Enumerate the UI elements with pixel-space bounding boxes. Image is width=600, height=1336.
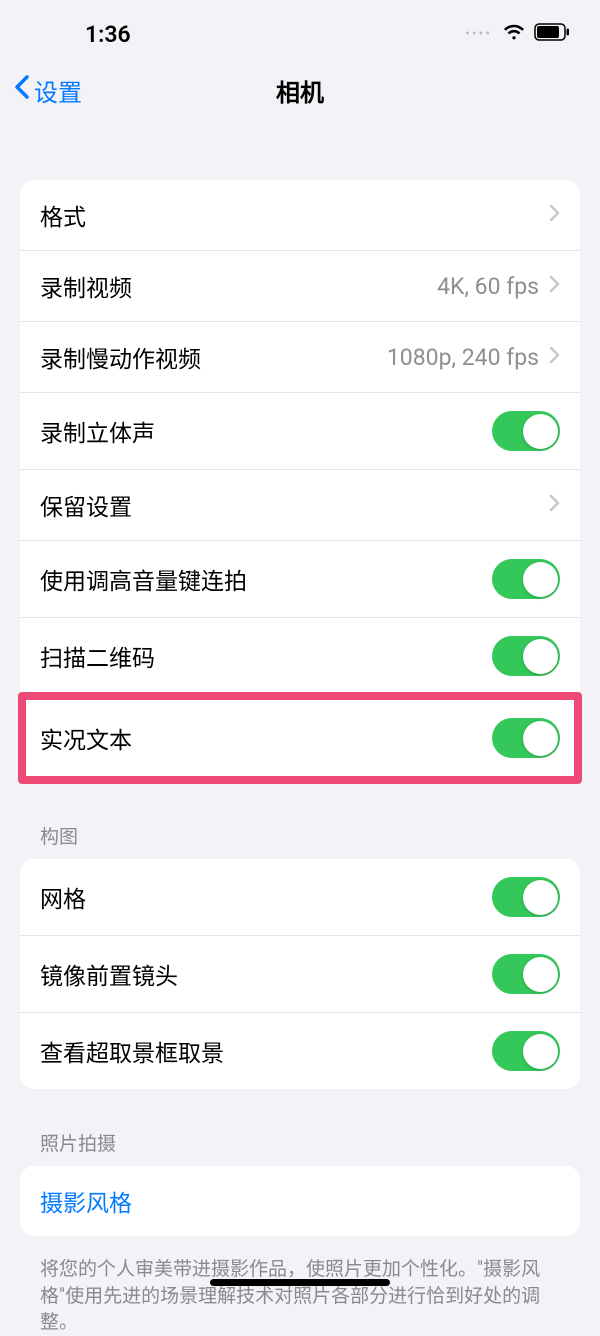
navigation-bar: 设置 相机 [0, 60, 600, 130]
row-live-text: 实况文本 [26, 700, 574, 776]
section-footer-photo-capture: 将您的个人审美带进摄影作品，使照片更加个性化。"摄影风格"使用先进的场景理解技术… [20, 1246, 580, 1336]
toggle-mirror-front[interactable] [492, 954, 560, 994]
toggle-view-outside-frame[interactable] [492, 1031, 560, 1071]
row-value: 4K, 60 fps [437, 273, 539, 300]
home-indicator[interactable] [210, 1279, 390, 1286]
row-stereo-sound: 录制立体声 [20, 393, 580, 470]
status-bar: 1:36 •••• [0, 0, 600, 60]
cellular-dots-icon: •••• [465, 26, 492, 42]
chevron-right-icon [549, 346, 560, 368]
settings-group-composition: 网格 镜像前置镜头 查看超取景框取景 [20, 859, 580, 1089]
toggle-scan-qr[interactable] [492, 636, 560, 676]
back-button[interactable]: 设置 [14, 73, 82, 108]
row-label: 扫描二维码 [40, 639, 155, 673]
row-formats[interactable]: 格式 [20, 180, 580, 251]
toggle-stereo-sound[interactable] [492, 411, 560, 451]
chevron-right-icon [549, 204, 560, 226]
row-value: 1080p, 240 fps [387, 344, 539, 371]
row-label: 录制视频 [40, 269, 132, 303]
page-title: 相机 [276, 73, 324, 108]
row-label: 实况文本 [40, 721, 132, 755]
settings-group-photo-capture: 摄影风格 [20, 1166, 580, 1236]
row-label: 查看超取景框取景 [40, 1034, 224, 1068]
settings-group-main: 格式 录制视频 4K, 60 fps 录制慢动作视频 1080p, 240 fp… [20, 180, 580, 694]
row-label: 使用调高音量键连拍 [40, 562, 247, 596]
back-label: 设置 [34, 73, 82, 108]
toggle-volume-burst[interactable] [492, 559, 560, 599]
highlighted-live-text: 实况文本 [18, 692, 582, 784]
toggle-grid[interactable] [492, 877, 560, 917]
row-label: 保留设置 [40, 488, 132, 522]
chevron-right-icon [549, 275, 560, 297]
row-volume-burst: 使用调高音量键连拍 [20, 541, 580, 618]
battery-icon [534, 23, 570, 45]
row-label: 格式 [40, 198, 86, 232]
section-header-photo-capture: 照片拍摄 [20, 1129, 580, 1166]
wifi-icon [502, 22, 526, 46]
row-scan-qr: 扫描二维码 [20, 618, 580, 694]
status-time: 1:36 [85, 21, 131, 48]
row-view-outside-frame: 查看超取景框取景 [20, 1013, 580, 1089]
row-label: 镜像前置镜头 [40, 957, 178, 991]
row-mirror-front: 镜像前置镜头 [20, 936, 580, 1013]
row-grid: 网格 [20, 859, 580, 936]
row-label: 网格 [40, 880, 86, 914]
row-record-slomo[interactable]: 录制慢动作视频 1080p, 240 fps [20, 322, 580, 393]
section-header-composition: 构图 [20, 822, 580, 859]
row-label: 录制立体声 [40, 414, 155, 448]
chevron-left-icon [14, 75, 30, 105]
chevron-right-icon [549, 494, 560, 516]
row-preserve-settings[interactable]: 保留设置 [20, 470, 580, 541]
toggle-live-text[interactable] [492, 718, 560, 758]
row-record-video[interactable]: 录制视频 4K, 60 fps [20, 251, 580, 322]
row-photographic-styles[interactable]: 摄影风格 [20, 1166, 580, 1236]
row-label: 摄影风格 [40, 1184, 132, 1218]
row-label: 录制慢动作视频 [40, 340, 201, 374]
status-indicators: •••• [465, 22, 570, 46]
